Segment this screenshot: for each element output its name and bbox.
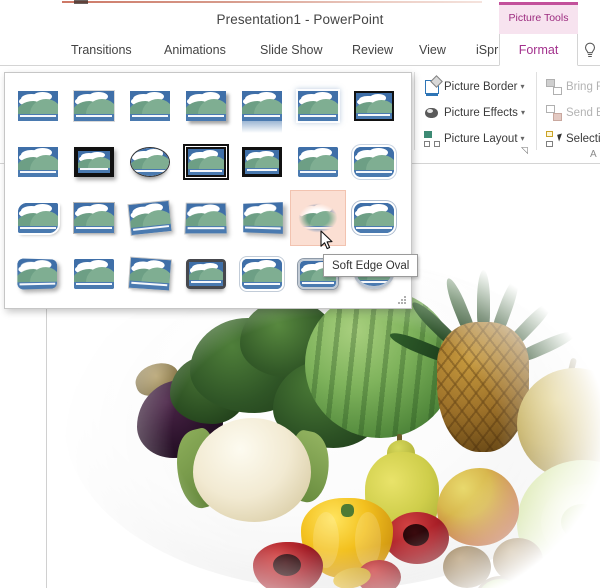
picture-effects-icon [424, 105, 440, 121]
qat-accent-line [62, 1, 482, 3]
gallery-row [10, 78, 408, 134]
gallery-item-drop-shadow-rectangle[interactable] [178, 78, 234, 134]
gallery-item-rotated-white[interactable] [122, 190, 178, 246]
gallery-item-perspective-shadow-white[interactable] [178, 190, 234, 246]
bring-forward-label: Bring Fo [566, 80, 600, 93]
contextual-tab-group-header: Picture Tools [499, 2, 578, 34]
red-pepper-left [253, 542, 323, 588]
picture-layout-icon [424, 130, 440, 147]
gallery-item-metal-rounded-rectangle[interactable] [178, 246, 234, 302]
pepper-stem [341, 504, 354, 517]
window-title: Presentation1 - PowerPoint [216, 12, 384, 27]
contextual-accent-bar [499, 2, 578, 5]
bring-forward-icon [546, 78, 562, 95]
tab-slide-show[interactable]: Slide Show [251, 34, 332, 66]
tab-view[interactable]: View [410, 34, 455, 66]
gallery-item-reflected-bevel-white[interactable] [234, 246, 290, 302]
gallery-item-metal-frame[interactable] [122, 78, 178, 134]
gallery-item-bevel-perspective[interactable] [10, 246, 66, 302]
tab-animations[interactable]: Animations [155, 34, 235, 66]
gallery-item-double-frame-black[interactable] [346, 78, 402, 134]
contextual-tab-group-label: Picture Tools [508, 12, 569, 24]
watermelon-stripes [305, 290, 455, 438]
picture-effects-label: Picture Effects [444, 106, 518, 119]
gallery-item-bevel-rectangle[interactable] [346, 190, 402, 246]
soft-edge-oval-preview-mask [65, 260, 600, 588]
gallery-item-compound-frame-black[interactable] [178, 134, 234, 190]
gallery-item-rotated-white-2[interactable] [122, 246, 178, 302]
tab-review[interactable]: Review [343, 34, 402, 66]
gallery-item-beveled-matte-white[interactable] [66, 78, 122, 134]
selection-pane-icon [546, 130, 564, 147]
ribbon-tab-row: Transitions Animations Slide Show Review… [0, 34, 600, 66]
gallery-item-snip-diagonal-corner-white[interactable] [10, 190, 66, 246]
honeydew-core [561, 504, 600, 540]
selection-pane-label: Selectio [566, 132, 600, 145]
gallery-tooltip-text: Soft Edge Oval [332, 259, 410, 272]
slide-picture[interactable] [65, 260, 600, 588]
send-backward-icon [546, 104, 562, 121]
gallery-row [10, 134, 408, 190]
gallery-row [10, 190, 408, 246]
gallery-item-rounded-diagonal-corner-white[interactable] [346, 134, 402, 190]
gallery-item-relaxed-perspective-white[interactable] [234, 190, 290, 246]
pineapple-texture [437, 322, 529, 452]
picture-layout-label: Picture Layout [444, 132, 518, 145]
watermelon [305, 290, 455, 438]
honeydew-cavity [541, 484, 600, 560]
qat-icon-remnant [74, 0, 88, 4]
gallery-item-reflected-rounded-rectangle[interactable] [234, 78, 290, 134]
send-backward-label: Send Ba [566, 106, 600, 119]
gallery-item-thick-matte-black[interactable] [10, 134, 66, 190]
gallery-item-center-shadow-rectangle[interactable] [290, 134, 346, 190]
arrange-group-label: A [590, 149, 597, 160]
send-backward-button[interactable]: Send Ba [546, 103, 600, 122]
picture-layout-button[interactable]: Picture Layout ▾ [424, 129, 525, 148]
red-pepper-right [385, 512, 449, 564]
tell-me-lightbulb-icon[interactable] [580, 34, 600, 66]
tab-format[interactable]: Format [499, 34, 578, 66]
mango [437, 468, 519, 546]
picture-styles-dialog-launcher[interactable]: ◹ [521, 145, 528, 156]
group-separator-right [536, 72, 537, 150]
gallery-item-soft-edge-oval[interactable] [290, 190, 346, 246]
gallery-item-simple-frame-white[interactable] [10, 78, 66, 134]
gallery-resize-grip[interactable] [398, 296, 407, 305]
gallery-item-soft-edge-rectangle[interactable] [290, 78, 346, 134]
gallery-item-reflected-perspective-right[interactable] [66, 246, 122, 302]
picture-effects-button[interactable]: Picture Effects ▾ [424, 103, 525, 122]
picture-effects-caret-icon[interactable]: ▾ [521, 108, 525, 117]
gallery-item-beveled-oval-black[interactable] [122, 134, 178, 190]
gallery-item-moderate-frame-white[interactable] [66, 190, 122, 246]
picture-border-icon [424, 74, 443, 96]
pineapple [437, 322, 529, 452]
gallery-tooltip: Soft Edge Oval [323, 254, 419, 277]
gallery-item-moderate-frame-black[interactable] [234, 134, 290, 190]
picture-layout-caret-icon[interactable]: ▾ [521, 134, 525, 143]
bring-forward-button[interactable]: Bring Fo [546, 77, 600, 96]
gallery-item-simple-frame-black[interactable] [66, 134, 122, 190]
picture-border-caret-icon[interactable]: ▾ [521, 82, 525, 91]
cauliflower [193, 418, 311, 522]
tab-transitions[interactable]: Transitions [62, 34, 141, 66]
picture-border-label: Picture Border [444, 80, 518, 93]
picture-border-button[interactable]: Picture Border ▾ [424, 74, 525, 96]
group-separator-left [414, 72, 415, 150]
